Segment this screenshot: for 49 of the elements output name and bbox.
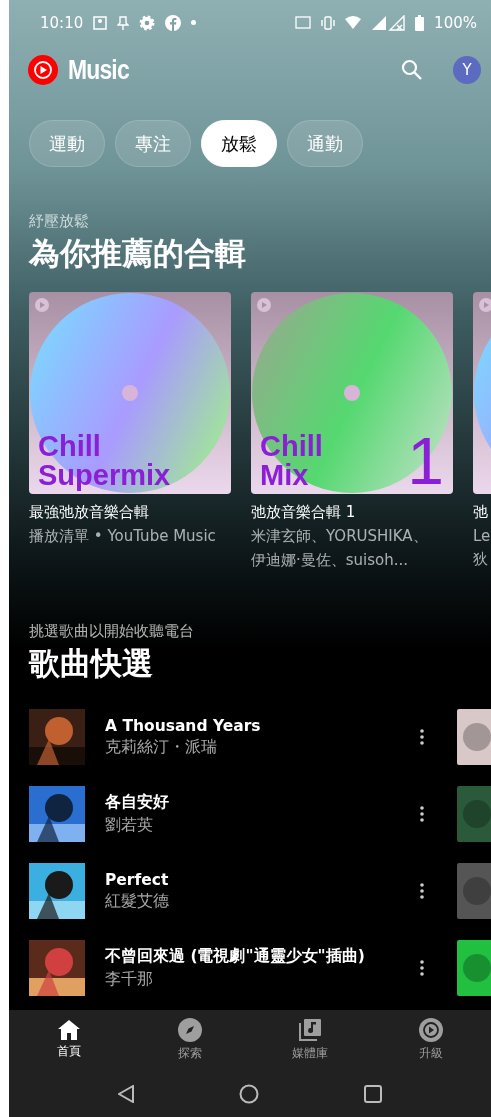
playlist-title: 弛放音樂合輯 1 [251, 503, 357, 522]
home-button[interactable] [239, 1083, 259, 1104]
signal-icon [371, 14, 406, 31]
nav-tab[interactable]: 升級 [370, 1010, 491, 1070]
playlist-subtitle: 米津玄師、YORUSHIKA、 [251, 527, 429, 546]
nav-tab[interactable]: 媒體庫 [250, 1010, 371, 1070]
playlist-title: 最強弛放音樂合輯 [29, 503, 150, 522]
cover-title: Chill Supermix [38, 432, 171, 490]
song-artist: 李千那 [105, 969, 154, 990]
section-subtitle: 挑選歌曲以開始收聽電台 [28, 622, 195, 641]
search-icon[interactable] [401, 59, 423, 81]
section-title: 為你推薦的合輯 [27, 234, 247, 273]
play-circle-icon [418, 1018, 443, 1042]
recents-button[interactable] [364, 1084, 382, 1103]
back-button[interactable] [118, 1084, 134, 1103]
playlist-subtitle: 播放清單 • YouTube Music [29, 527, 217, 546]
song-title: 各自安好 [105, 792, 170, 813]
battery-icon [415, 14, 425, 31]
nav-tab[interactable]: 首頁 [9, 1010, 130, 1070]
vibrate-icon [321, 15, 336, 30]
song-artist: 克莉絲汀・派瑞 [105, 736, 218, 758]
playlist-subtitle: 狄 [473, 550, 489, 569]
compass-icon [177, 1018, 202, 1042]
app-logo: Music [68, 54, 129, 86]
playlist-subtitle: Le [473, 527, 491, 545]
clock: 10:10 [40, 13, 84, 32]
settings-icon [139, 14, 156, 31]
playlist-title: 弛 [473, 503, 489, 522]
section-subtitle: 紓壓放鬆 [28, 212, 90, 231]
library-icon [298, 1018, 323, 1042]
playlist-subtitle: 伊迪娜·曼佐、suisoh... [251, 551, 410, 570]
song-title: Perfect [105, 870, 170, 889]
song-artist: 劉若英 [105, 815, 154, 836]
song-title: A Thousand Years [105, 716, 262, 735]
battery-level: 100% [434, 13, 477, 32]
nav-tab[interactable]: 探索 [129, 1010, 250, 1070]
logo-icon [28, 55, 58, 85]
cover-number: 1 [407, 428, 444, 494]
recording-icon [93, 15, 108, 30]
song-title: 不曾回來過 (電視劇"通靈少女"插曲) [105, 946, 366, 967]
wifi-icon [345, 15, 362, 30]
section-title: 歌曲快選 [27, 644, 154, 683]
song-artist: 紅髮艾德 [105, 890, 170, 912]
avatar[interactable]: Y [453, 56, 481, 84]
pin-icon [117, 15, 130, 30]
filter-chip[interactable]: 放鬆 [201, 120, 277, 167]
dot-icon [191, 20, 197, 25]
home-icon [58, 1020, 81, 1040]
facebook-icon [165, 14, 182, 31]
